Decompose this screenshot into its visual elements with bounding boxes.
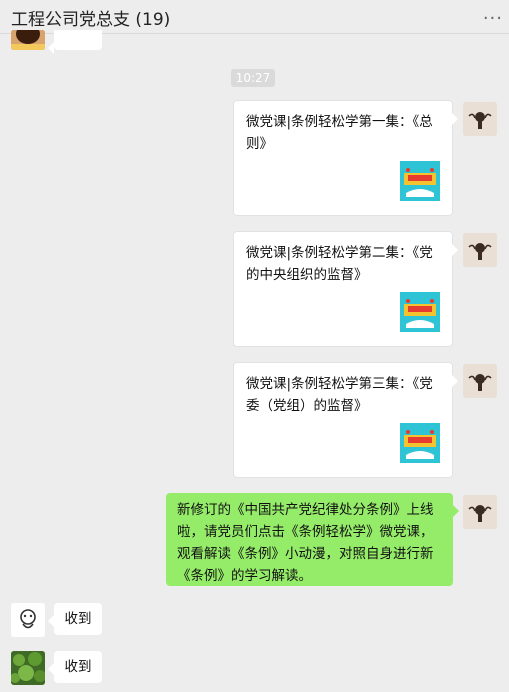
link-card-title: 微党课|条例轻松学第一集：《总则》	[246, 114, 433, 152]
timestamp: 10:27	[231, 69, 275, 87]
avatar-self[interactable]	[463, 102, 497, 136]
course-thumbnail-icon	[400, 423, 440, 463]
link-card-1[interactable]: 微党课|条例轻松学第一集：《总则》	[233, 100, 458, 216]
avatar[interactable]	[11, 30, 45, 50]
message-text: 收到	[64, 611, 92, 627]
text-message-self[interactable]: 新修订的《中国共产党纪律处分条例》上线啦，请党员们点击《条例轻松学》微党课，观看…	[166, 493, 459, 586]
course-thumbnail-icon	[400, 292, 440, 332]
message-text: 新修订的《中国共产党纪律处分条例》上线啦，请党员们点击《条例轻松学》微党课，观看…	[177, 502, 434, 584]
link-card-2[interactable]: 微党课|条例轻松学第二集：《党的中央组织的监督》	[233, 231, 458, 347]
chat-title: 工程公司党总支 (19)	[11, 10, 171, 30]
link-card-title: 微党课|条例轻松学第二集：《党的中央组织的监督》	[246, 245, 433, 283]
avatar[interactable]	[11, 603, 45, 637]
link-card-3[interactable]: 微党课|条例轻松学第三集：《党委（党组）的监督》	[233, 362, 458, 478]
avatar-self[interactable]	[463, 495, 497, 529]
message-bubble-partial[interactable]	[48, 30, 102, 54]
chat-header: 工程公司党总支 (19) ···	[0, 0, 509, 34]
avatar-self[interactable]	[463, 364, 497, 398]
text-message-other[interactable]: 收到	[48, 603, 102, 635]
avatar[interactable]	[11, 651, 45, 685]
message-text: 收到	[64, 659, 92, 675]
avatar-self[interactable]	[463, 233, 497, 267]
link-card-title: 微党课|条例轻松学第三集：《党委（党组）的监督》	[246, 376, 433, 414]
course-thumbnail-icon	[400, 161, 440, 201]
text-message-other[interactable]: 收到	[48, 651, 102, 683]
more-dots-icon[interactable]: ···	[483, 8, 503, 29]
